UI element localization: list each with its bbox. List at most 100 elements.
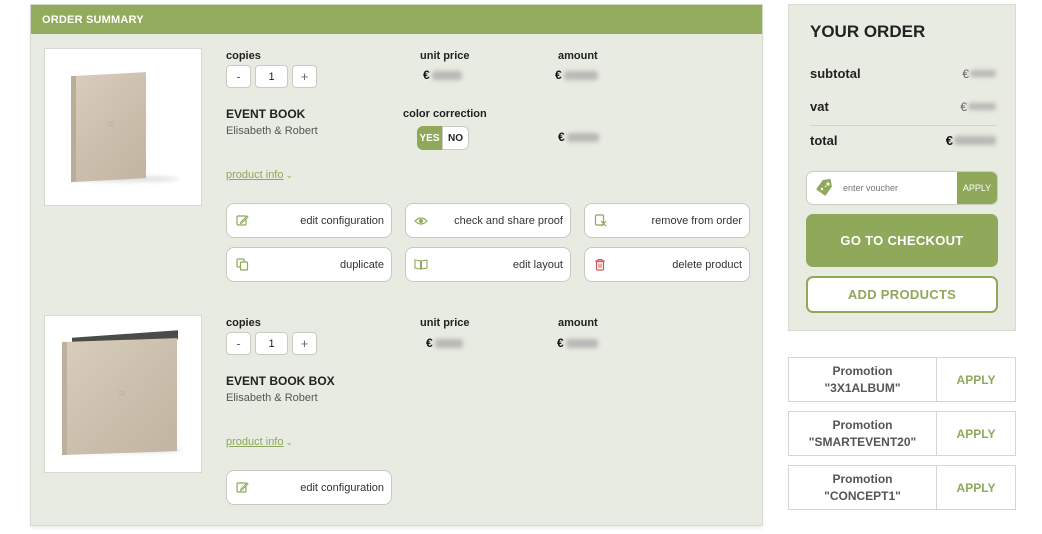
color-correction-toggle: YES NO — [417, 126, 469, 150]
chevron-down-icon: ⌄ — [285, 437, 294, 447]
quantity-stepper: - 1 + — [226, 332, 317, 355]
product-image-event-book[interactable]: ♡ — [44, 48, 202, 206]
add-products-button[interactable]: ADD PRODUCTS — [806, 276, 998, 313]
copies-label: copies — [226, 50, 261, 62]
remove-icon — [593, 214, 607, 228]
delete-product-button[interactable]: delete product — [584, 247, 750, 282]
quantity-input[interactable]: 1 — [255, 332, 288, 355]
promotion-label: Promotion — [832, 471, 893, 486]
duplicate-icon — [235, 258, 249, 272]
promotion-label: Promotion — [832, 417, 893, 432]
product-info-label: product info — [226, 169, 284, 181]
chevron-down-icon: ⌄ — [285, 170, 294, 180]
order-divider — [810, 125, 996, 126]
voucher-field: APPLY — [806, 171, 998, 205]
amount-value: € — [555, 68, 598, 82]
promotion-label: Promotion — [832, 363, 893, 378]
delete-product-label: delete product — [672, 258, 742, 271]
amount-label: amount — [558, 317, 598, 329]
unit-price-label: unit price — [420, 317, 470, 329]
decrement-button[interactable]: - — [226, 65, 251, 88]
voucher-tag-icon — [807, 172, 841, 204]
product-subtitle: Elisabeth & Robert — [226, 392, 318, 404]
remove-from-order-button[interactable]: remove from order — [584, 203, 750, 238]
your-order-panel: YOUR ORDER subtotal € vat € total € APPL… — [788, 4, 1016, 331]
edit-icon — [235, 481, 249, 495]
promotion-apply-button[interactable]: APPLY — [937, 481, 1015, 495]
product-name: EVENT BOOK BOX — [226, 374, 335, 388]
edit-configuration-label: edit configuration — [300, 214, 384, 227]
voucher-apply-button[interactable]: APPLY — [957, 172, 997, 204]
amount-value: € — [557, 336, 598, 350]
duplicate-label: duplicate — [339, 258, 384, 271]
promotion-card: Promotion "3X1ALBUM" APPLY — [788, 357, 1016, 402]
check-and-share-proof-label: check and share proof — [454, 214, 563, 227]
promotion-code: "3X1ALBUM" — [824, 380, 901, 395]
product-subtitle: Elisabeth & Robert — [226, 125, 318, 137]
quantity-input[interactable]: 1 — [255, 65, 288, 88]
edit-configuration-label: edit configuration — [300, 481, 384, 494]
color-correction-price: € — [558, 130, 599, 144]
currency-symbol: € — [945, 133, 953, 148]
promotion-apply-button[interactable]: APPLY — [937, 373, 1015, 387]
product-info-link[interactable]: product info ⌄ — [226, 169, 293, 181]
decrement-button[interactable]: - — [226, 332, 251, 355]
unit-price-value: € — [423, 68, 462, 82]
edit-icon — [235, 214, 249, 228]
currency-symbol: € — [558, 130, 565, 144]
color-correction-no[interactable]: NO — [442, 126, 469, 150]
color-correction-label: color correction — [403, 108, 487, 120]
currency-symbol: € — [426, 336, 433, 350]
book-open-icon — [414, 258, 428, 272]
order-summary-title: ORDER SUMMARY — [31, 5, 762, 34]
promotion-code: "SMARTEVENT20" — [808, 434, 917, 449]
product-info-label: product info — [226, 436, 284, 448]
heart-emblem-icon: ♡ — [118, 391, 126, 399]
total-label: total — [810, 133, 838, 148]
voucher-input[interactable] — [841, 182, 957, 194]
edit-configuration-button[interactable]: edit configuration — [226, 203, 392, 238]
promotion-text: Promotion "CONCEPT1" — [789, 471, 936, 505]
copies-label: copies — [226, 317, 261, 329]
duplicate-button[interactable]: duplicate — [226, 247, 392, 282]
currency-symbol: € — [557, 336, 564, 350]
amount-label: amount — [558, 50, 598, 62]
product-image-event-book-box[interactable]: ♡ — [44, 315, 202, 473]
promotion-code: "CONCEPT1" — [824, 488, 901, 503]
trash-icon — [593, 258, 607, 272]
color-correction-yes[interactable]: YES — [417, 126, 442, 150]
increment-button[interactable]: + — [292, 65, 317, 88]
currency-symbol: € — [555, 68, 562, 82]
eye-icon — [414, 214, 428, 228]
heart-emblem-icon: ♡ — [107, 121, 115, 130]
subtotal-value: € — [962, 67, 996, 81]
edit-configuration-button[interactable]: edit configuration — [226, 470, 392, 505]
check-and-share-proof-button[interactable]: check and share proof — [405, 203, 571, 238]
currency-symbol: € — [960, 99, 967, 114]
promotion-apply-button[interactable]: APPLY — [937, 427, 1015, 441]
vat-row: vat € — [810, 99, 996, 114]
promotion-text: Promotion "SMARTEVENT20" — [789, 417, 936, 451]
your-order-title: YOUR ORDER — [810, 22, 926, 41]
remove-from-order-label: remove from order — [651, 214, 742, 227]
order-summary-panel: ORDER SUMMARY ♡ copies - 1 + unit price … — [30, 4, 763, 526]
edit-layout-label: edit layout — [512, 258, 563, 271]
edit-layout-button[interactable]: edit layout — [405, 247, 571, 282]
currency-symbol: € — [962, 66, 969, 81]
product-info-link[interactable]: product info ⌄ — [226, 436, 293, 448]
go-to-checkout-button[interactable]: GO TO CHECKOUT — [806, 214, 998, 267]
promotion-text: Promotion "3X1ALBUM" — [789, 363, 936, 397]
total-value: € — [946, 133, 996, 148]
promotion-card: Promotion "SMARTEVENT20" APPLY — [788, 411, 1016, 456]
vat-label: vat — [810, 99, 829, 114]
currency-symbol: € — [423, 68, 430, 82]
product-name: EVENT BOOK — [226, 107, 306, 121]
total-row: total € — [810, 133, 996, 148]
subtotal-row: subtotal € — [810, 66, 996, 81]
promotion-card: Promotion "CONCEPT1" APPLY — [788, 465, 1016, 510]
quantity-stepper: - 1 + — [226, 65, 317, 88]
increment-button[interactable]: + — [292, 332, 317, 355]
vat-value: € — [960, 100, 996, 114]
subtotal-label: subtotal — [810, 66, 861, 81]
unit-price-label: unit price — [420, 50, 470, 62]
